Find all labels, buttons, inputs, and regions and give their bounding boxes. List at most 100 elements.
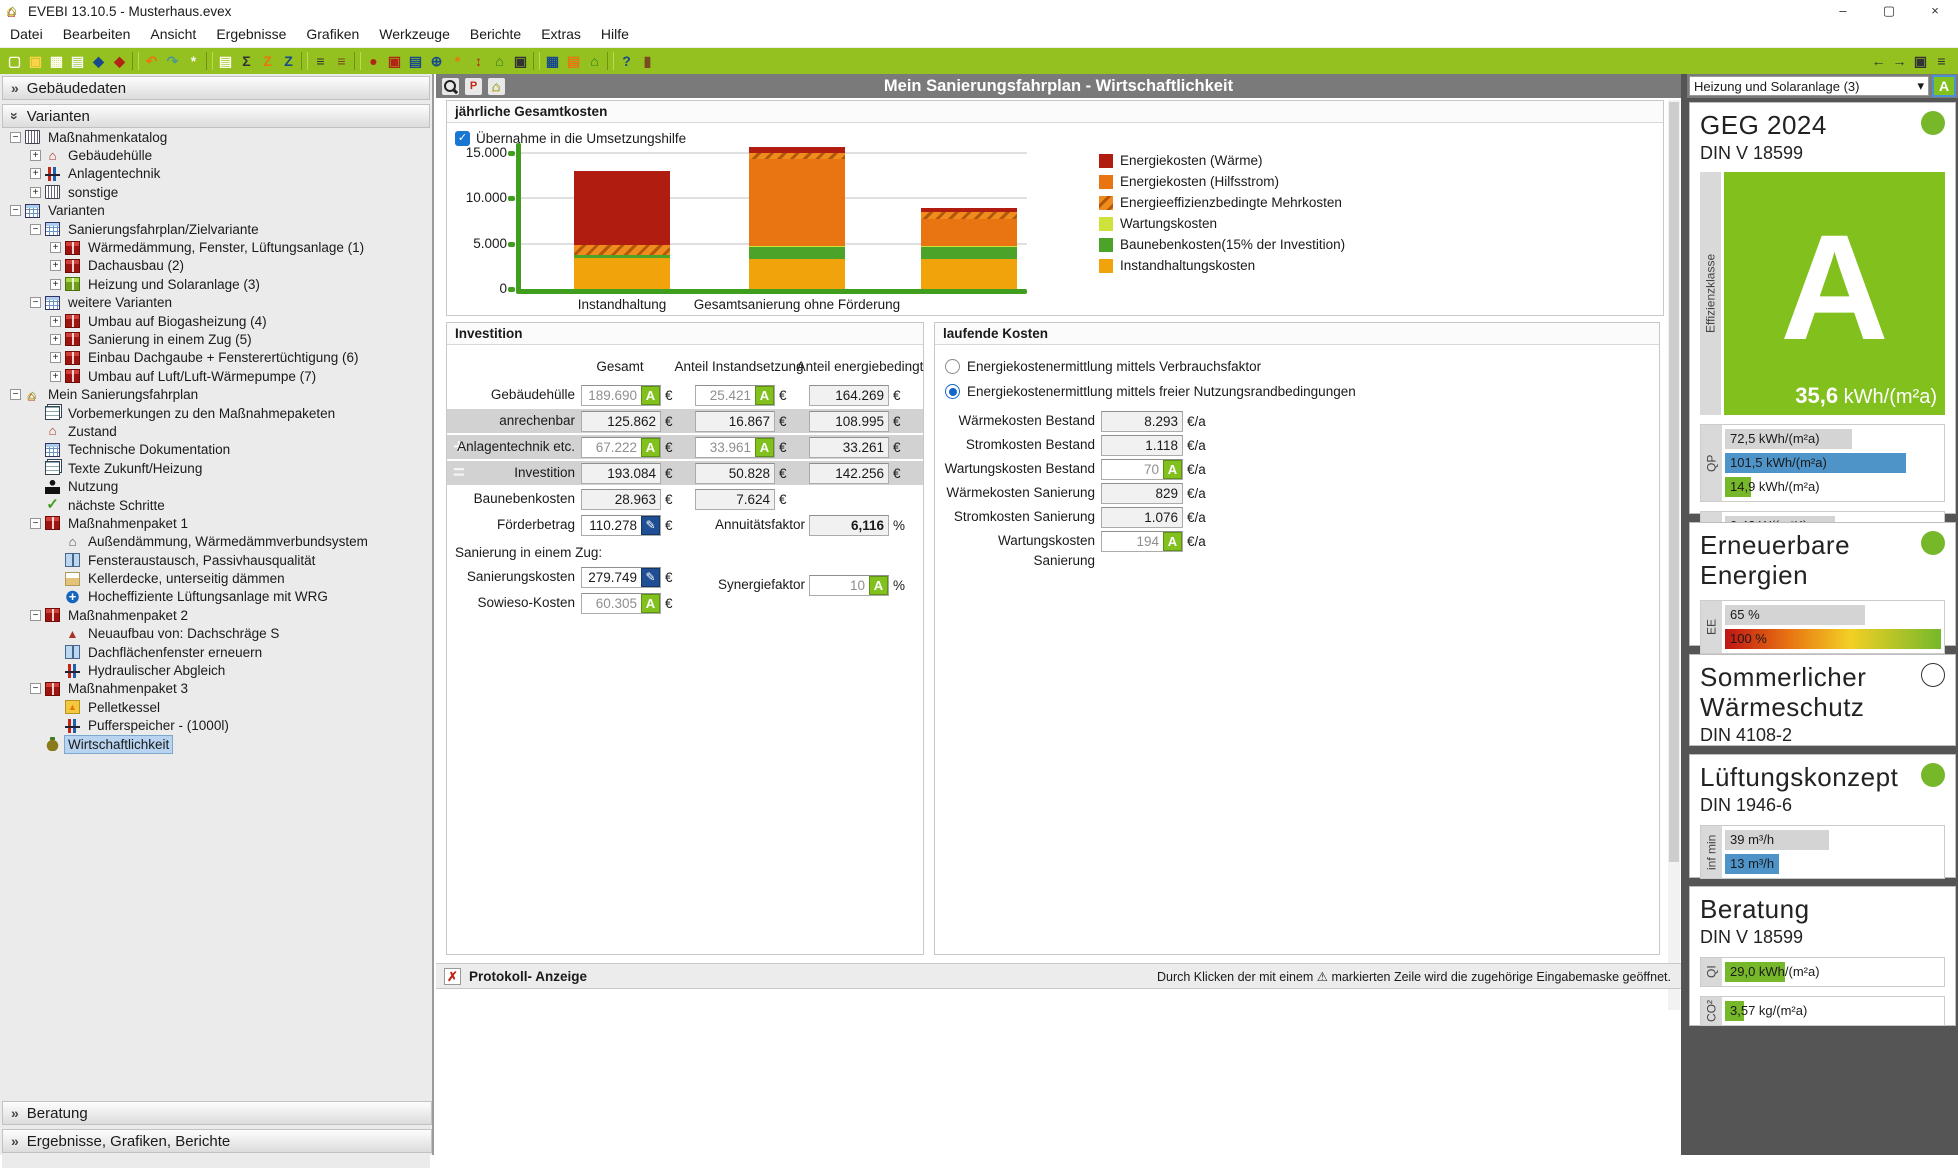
auto-badge[interactable]: A <box>755 386 774 405</box>
sun-icon[interactable]: * <box>447 51 468 71</box>
menu-item[interactable]: Grafiken <box>296 22 369 47</box>
archive-icon[interactable]: ▮ <box>637 51 658 71</box>
menu-item[interactable]: Ansicht <box>140 22 206 47</box>
auto-badge[interactable]: A <box>1163 532 1182 551</box>
tree-item-label[interactable]: Wirtschaftlichkeit <box>65 736 172 753</box>
tree-item[interactable]: sonstige <box>2 183 430 201</box>
tree-expander[interactable] <box>30 610 41 621</box>
save-icon[interactable]: ▦ <box>46 51 67 71</box>
tree-item[interactable]: Kellerdecke, unterseitig dämmen <box>2 569 430 587</box>
help-icon[interactable]: ? <box>616 51 637 71</box>
tree-item[interactable]: Einbau Dachgaube + Fensterertüchtigung (… <box>2 349 430 367</box>
sanierungskosten-field[interactable]: 279.749 ✎ <box>581 567 661 588</box>
separator[interactable] <box>301 52 308 70</box>
tree-item[interactable]: weitere Varianten <box>2 294 430 312</box>
import-icon[interactable]: ◆ <box>88 51 109 71</box>
auto-badge[interactable]: A <box>641 438 660 457</box>
gebaeudehuelle-gesamt-field[interactable]: 189.690 A <box>581 385 661 406</box>
tree-item-label[interactable]: Sanierung in einem Zug (5) <box>85 331 255 348</box>
tree-item[interactable]: Pufferspeicher - (1000l) <box>2 717 430 735</box>
report-icon[interactable]: ▤ <box>215 51 236 71</box>
wizard-icon[interactable]: * <box>183 51 204 71</box>
close-protokoll-icon[interactable]: ✗ <box>444 968 461 985</box>
tree-item[interactable]: Fensteraustausch, Passivhausqualität <box>2 551 430 569</box>
tree-item-label[interactable]: Varianten <box>45 202 108 219</box>
monitor-icon[interactable]: ▣ <box>510 51 531 71</box>
tree-item[interactable]: Nutzung <box>2 477 430 495</box>
tree-item[interactable]: Umbau auf Biogasheizung (4) <box>2 312 430 330</box>
menu-item[interactable]: Ergebnisse <box>206 22 296 47</box>
tree-item-label[interactable]: Technische Dokumentation <box>65 441 233 458</box>
separator[interactable] <box>354 52 361 70</box>
radio-icon-selected[interactable] <box>945 384 960 399</box>
close-button[interactable]: × <box>1912 0 1958 22</box>
tree-item-label[interactable]: Maßnahmenpaket 1 <box>65 515 191 532</box>
tree-item[interactable]: Wirtschaftlichkeit <box>2 735 430 753</box>
dock-icon[interactable]: ≡ <box>1931 51 1952 71</box>
nav-forward-icon[interactable]: → <box>1889 51 1910 71</box>
tree-expander[interactable] <box>30 683 41 694</box>
tree-expander[interactable] <box>50 260 61 271</box>
export-orange-icon[interactable]: Z <box>257 51 278 71</box>
tree-item-label[interactable]: Außendämmung, Wärmedämmverbundsystem <box>85 533 371 550</box>
tree-item[interactable]: Vorbemerkungen zu den Maßnahmepaketen <box>2 404 430 422</box>
tree-item-label[interactable]: Mein Sanierungsfahrplan <box>45 386 201 403</box>
tree-expander[interactable] <box>50 352 61 363</box>
tree-expander[interactable] <box>30 187 41 198</box>
tree-expander[interactable] <box>10 389 21 400</box>
auto-badge[interactable]: A <box>755 438 774 457</box>
pdf-export-icon[interactable]: P <box>465 78 482 95</box>
export-icon[interactable]: ◆ <box>109 51 130 71</box>
tree-item-label[interactable]: Fensteraustausch, Passivhausqualität <box>85 552 318 569</box>
tree-item[interactable]: Maßnahmenpaket 1 <box>2 514 430 532</box>
sowieso-kosten-field[interactable]: 60.305 A <box>581 593 661 614</box>
sidebar-header-varianten[interactable]: » Varianten <box>2 104 430 128</box>
tree-item-label[interactable]: Maßnahmenpaket 2 <box>65 607 191 624</box>
tree-item-label[interactable]: Heizung und Solaranlage (3) <box>85 276 263 293</box>
menu-item[interactable]: Berichte <box>460 22 531 47</box>
tree-item[interactable]: Hydraulischer Abgleich <box>2 661 430 679</box>
radio-nutzungsrandbedingungen[interactable]: Energiekostenermittlung mittels freier N… <box>945 384 1356 399</box>
menu-item[interactable]: Datei <box>0 22 53 47</box>
roadmap-house-icon[interactable]: ⌂ <box>584 51 605 71</box>
auto-badge[interactable]: A <box>641 386 660 405</box>
document-orange-icon[interactable]: ▤ <box>563 51 584 71</box>
tree-item-label[interactable]: Nutzung <box>65 478 121 495</box>
add-view-icon[interactable]: ▣ <box>1910 51 1931 71</box>
tree-item[interactable]: Dachausbau (2) <box>2 257 430 275</box>
tree-expander[interactable] <box>50 316 61 327</box>
tree-expander[interactable] <box>30 150 41 161</box>
tree-item[interactable]: Außendämmung, Wärmedämmverbundsystem <box>2 533 430 551</box>
building-icon[interactable]: ⌂ <box>489 51 510 71</box>
tree-item-label[interactable]: Kellerdecke, unterseitig dämmen <box>85 570 288 587</box>
gebaeudehuelle-inst-field[interactable]: 25.421 A <box>695 385 775 406</box>
menu-item[interactable]: Hilfe <box>591 22 639 47</box>
export-blue-icon[interactable]: Z <box>278 51 299 71</box>
tree-item[interactable]: Sanierung in einem Zug (5) <box>2 330 430 348</box>
tree-expander[interactable] <box>30 224 41 235</box>
sidebar-header-beratung[interactable]: » Beratung <box>2 1101 432 1125</box>
tree-item[interactable]: Technische Dokumentation <box>2 441 430 459</box>
wartungskosten-sanierung-field[interactable]: 194 A <box>1101 531 1183 552</box>
tree-item-label[interactable]: sonstige <box>65 184 121 201</box>
tree-item[interactable]: Zustand <box>2 422 430 440</box>
auto-badge[interactable]: A <box>1163 460 1182 479</box>
tree-item-label[interactable]: Hydraulischer Abgleich <box>85 662 228 679</box>
redo-icon[interactable]: ↷ <box>162 51 183 71</box>
tree-item[interactable]: Texte Zukunft/Heizung <box>2 459 430 477</box>
separator[interactable] <box>533 52 540 70</box>
tree-item-label[interactable]: Texte Zukunft/Heizung <box>65 460 205 477</box>
tree-item-label[interactable]: Sanierungsfahrplan/Zielvariante <box>65 221 262 238</box>
separator[interactable] <box>132 52 139 70</box>
tree-item[interactable]: Pelletkessel <box>2 698 430 716</box>
menu-item[interactable]: Bearbeiten <box>53 22 141 47</box>
tree-item-label[interactable]: Umbau auf Luft/Luft-Wärmepumpe (7) <box>85 368 319 385</box>
record-icon[interactable]: ● <box>363 51 384 71</box>
tree-item[interactable]: Sanierungsfahrplan/Zielvariante <box>2 220 430 238</box>
minimize-button[interactable]: – <box>1820 0 1866 22</box>
tree-item[interactable]: Gebäudehülle <box>2 146 430 164</box>
tree-expander[interactable] <box>50 371 61 382</box>
tree-item-label[interactable]: Umbau auf Biogasheizung (4) <box>85 313 270 330</box>
tree-item[interactable]: Varianten <box>2 202 430 220</box>
anlagentechnik-gesamt-field[interactable]: 67.222 A <box>581 437 661 458</box>
